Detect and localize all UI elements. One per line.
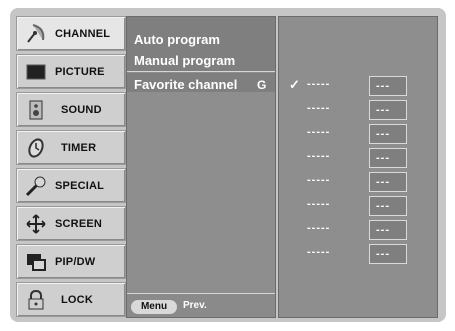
wrench-icon xyxy=(25,175,47,197)
favorite-number-box[interactable]: --- xyxy=(369,196,407,216)
favorites-panel: ✓ ----- --- ----- --- ----- --- ----- --… xyxy=(278,16,438,318)
favorite-row[interactable]: ----- --- xyxy=(289,148,429,168)
menu-item-manual-program[interactable]: Manual program xyxy=(134,53,235,68)
sidebar-item-label: TIMER xyxy=(61,142,97,154)
sidebar-item-label: SPECIAL xyxy=(55,180,105,192)
sidebar-item-lock[interactable]: LOCK xyxy=(16,282,126,317)
favorite-number: --- xyxy=(376,104,390,116)
sidebar-item-label: PIP/DW xyxy=(55,256,96,268)
menu-button[interactable]: Menu xyxy=(131,300,177,314)
sidebar-item-sound[interactable]: SOUND xyxy=(16,92,126,127)
favorite-number-box[interactable]: --- xyxy=(369,100,407,120)
sidebar-item-label: CHANNEL xyxy=(55,28,111,40)
sidebar-item-label: LOCK xyxy=(61,294,93,306)
favorite-number-box[interactable]: --- xyxy=(369,244,407,264)
favorite-name: ----- xyxy=(307,246,331,258)
sidebar-item-label: SOUND xyxy=(61,104,102,116)
favorite-number-box[interactable]: --- xyxy=(369,124,407,144)
menu-item-key-hint: G xyxy=(257,78,267,92)
sidebar-item-label: PICTURE xyxy=(55,66,105,78)
favorite-number-box[interactable]: --- xyxy=(369,148,407,168)
favorite-name: ----- xyxy=(307,102,331,114)
favorite-name: ----- xyxy=(307,222,331,234)
menu-footer: Menu Prev. xyxy=(127,293,275,317)
menu-item-auto-program[interactable]: Auto program xyxy=(134,32,220,47)
favorite-number-box[interactable]: --- xyxy=(369,76,407,96)
favorite-number: --- xyxy=(376,128,390,140)
favorite-name: ----- xyxy=(307,198,331,210)
sidebar-item-timer[interactable]: TIMER xyxy=(16,130,126,165)
favorite-number: --- xyxy=(376,224,390,236)
satellite-dish-icon xyxy=(25,23,47,45)
channel-menu-panel: Auto program Manual program Favorite cha… xyxy=(126,16,276,318)
sidebar-item-screen[interactable]: SCREEN xyxy=(16,206,126,241)
sidebar-item-picture[interactable]: PICTURE xyxy=(16,54,126,89)
favorite-number: --- xyxy=(376,248,390,260)
menu-item-favorite-channel[interactable]: Favorite channel xyxy=(134,77,237,92)
pip-window-icon xyxy=(25,251,47,273)
favorite-row[interactable]: ----- --- xyxy=(289,196,429,216)
favorite-number-box[interactable]: --- xyxy=(369,220,407,240)
favorite-name: ----- xyxy=(307,174,331,186)
favorite-name: ----- xyxy=(307,150,331,162)
sidebar-item-pipdw[interactable]: PIP/DW xyxy=(16,244,126,279)
favorite-name: ----- xyxy=(307,78,331,90)
favorite-row[interactable]: ----- --- xyxy=(289,220,429,240)
favorite-row[interactable]: ✓ ----- --- xyxy=(289,76,429,96)
sidebar: CHANNEL PICTURE SOUND TIMER SPECIAL SCRE… xyxy=(16,16,126,318)
favorite-row[interactable]: ----- --- xyxy=(289,124,429,144)
favorite-number: --- xyxy=(376,152,390,164)
favorite-number-box[interactable]: --- xyxy=(369,172,407,192)
sidebar-item-channel[interactable]: CHANNEL xyxy=(16,16,126,51)
screen-adjust-icon xyxy=(25,213,47,235)
padlock-icon xyxy=(25,289,47,311)
favorite-row[interactable]: ----- --- xyxy=(289,100,429,120)
favorite-name: ----- xyxy=(307,126,331,138)
favorite-row[interactable]: ----- --- xyxy=(289,244,429,264)
sidebar-item-special[interactable]: SPECIAL xyxy=(16,168,126,203)
sidebar-item-label: SCREEN xyxy=(55,218,103,230)
clock-icon xyxy=(25,137,47,159)
prev-hint: Prev. xyxy=(183,300,207,311)
speaker-icon xyxy=(25,99,47,121)
favorite-number: --- xyxy=(376,200,390,212)
tv-screen-icon xyxy=(25,61,47,83)
favorite-number: --- xyxy=(376,80,390,92)
checkmark-icon: ✓ xyxy=(289,77,300,92)
favorite-number: --- xyxy=(376,176,390,188)
favorite-row[interactable]: ----- --- xyxy=(289,172,429,192)
